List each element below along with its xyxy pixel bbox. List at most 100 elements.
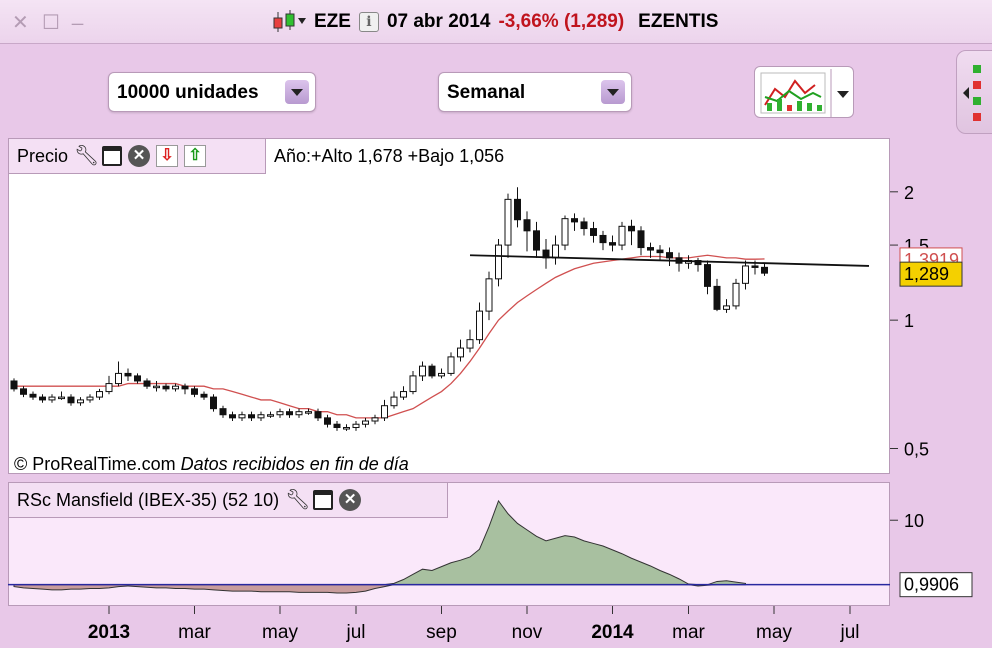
candle-body — [105, 383, 113, 393]
rsc-negative-area — [13, 584, 746, 594]
wrench-icon[interactable]: 🔧︎ — [285, 489, 310, 511]
candle-body — [428, 365, 436, 377]
candle-body — [362, 420, 369, 425]
candle-body — [647, 247, 654, 251]
candle-body — [48, 396, 56, 401]
candle-body — [267, 414, 274, 417]
candle-body — [713, 285, 721, 310]
rsc-tick-label: 10 — [904, 511, 924, 531]
candle-body — [172, 385, 179, 390]
candle-body — [200, 393, 208, 398]
price-chart: 21,510,51,39191,289 10 0,9906 2013 mar may j… — [8, 183, 973, 643]
candle-body — [210, 396, 217, 410]
candles — [10, 187, 768, 431]
candle-body — [162, 385, 170, 390]
time-tick-label: jul — [839, 622, 859, 643]
price-tick-label: 1 — [904, 311, 914, 331]
candle-body — [637, 230, 645, 249]
rsc-panel-title: RSc Mansfield (IBEX-35) (52 10) — [17, 489, 280, 510]
candle-body — [305, 411, 312, 414]
candle-body — [609, 242, 616, 246]
candle-body — [390, 396, 398, 407]
candle-body — [400, 391, 407, 398]
candle-body — [466, 339, 474, 349]
candle-body — [523, 219, 531, 232]
candle-body — [485, 278, 493, 312]
candle-body — [20, 388, 27, 395]
candle-body — [476, 310, 483, 341]
candle-body — [742, 265, 749, 284]
candle-body — [238, 414, 246, 419]
rsc-panel-header: RSc Mansfield (IBEX-35) (52 10) 🔧︎ ✕ — [8, 482, 448, 518]
maximize-panel-icon[interactable] — [313, 490, 334, 510]
candle-body — [10, 380, 18, 390]
candle-body — [314, 411, 322, 419]
candle-body — [229, 414, 236, 419]
time-tick-label: sep — [426, 622, 457, 643]
candle-body — [761, 266, 768, 274]
candle-body — [248, 414, 255, 419]
move-down-icon[interactable]: ⇩ — [156, 145, 179, 167]
candle-body — [134, 375, 141, 382]
candle-body — [514, 198, 521, 221]
moving-average — [14, 254, 765, 419]
candle-body — [561, 218, 569, 246]
candle-body — [599, 234, 607, 244]
wrench-icon[interactable]: 🔧︎ — [74, 145, 99, 167]
candle-body — [447, 356, 455, 374]
candle-body — [39, 396, 46, 401]
candle-body — [143, 380, 151, 387]
candle-body — [67, 396, 75, 404]
candle-body — [409, 375, 417, 393]
yearly-high-low: Año:+Alto 1,678 +Bajo 1,056 — [274, 146, 505, 166]
copyright-note: © ProRealTime.com Datos recibidos en fin… — [14, 454, 409, 475]
candle-body — [552, 244, 559, 259]
time-tick-label: may — [756, 622, 792, 643]
candle-body — [666, 252, 673, 259]
candle-body — [571, 218, 578, 223]
candle-body — [58, 396, 65, 400]
candle-body — [276, 411, 284, 416]
time-axis: 2013 mar may jul sep nov 2014 mar may jul — [88, 606, 860, 643]
candle-body — [343, 427, 350, 430]
candle-body — [324, 417, 331, 425]
candle-body — [457, 347, 464, 358]
time-tick-label: 2013 — [88, 622, 130, 643]
candle-body — [381, 405, 388, 419]
time-tick-label: may — [262, 622, 298, 643]
price-panel-title: Precio — [17, 145, 69, 166]
candle-body — [257, 414, 265, 419]
candle-body — [419, 365, 426, 377]
candle-body — [732, 282, 740, 307]
candle-body — [333, 423, 341, 429]
maximize-panel-icon[interactable] — [102, 146, 123, 166]
candle-body — [371, 417, 379, 422]
rsc-value-label: 0,9906 — [904, 575, 959, 595]
close-panel-icon[interactable]: ✕ — [339, 489, 362, 511]
price-panel-header: Precio 🔧︎ ✕ ⇩ ⇧ — [8, 138, 266, 174]
candle-body — [704, 264, 711, 287]
candle-body — [286, 411, 293, 416]
candle-body — [191, 388, 198, 395]
time-tick-label: 2014 — [591, 622, 634, 643]
last-price-label: 1,289 — [904, 264, 949, 284]
candle-body — [656, 249, 664, 254]
candle-body — [115, 372, 122, 385]
candle-body — [533, 230, 540, 251]
candle-body — [723, 305, 730, 310]
candle-body — [86, 396, 94, 401]
candle-body — [124, 372, 132, 377]
close-panel-icon[interactable]: ✕ — [128, 145, 151, 167]
move-up-icon[interactable]: ⇧ — [184, 145, 207, 167]
time-tick-label: jul — [345, 622, 365, 643]
time-tick-label: nov — [512, 622, 543, 643]
rsc-axis: 10 0,9906 — [890, 511, 973, 598]
candle-body — [580, 221, 588, 230]
candle-body — [219, 408, 227, 416]
candle-body — [295, 411, 303, 416]
candle-body — [628, 225, 635, 232]
time-tick-label: mar — [178, 622, 211, 643]
candle-body — [495, 244, 502, 280]
candle-body — [618, 225, 626, 246]
price-axis: 21,510,51,39191,289 — [890, 183, 963, 459]
